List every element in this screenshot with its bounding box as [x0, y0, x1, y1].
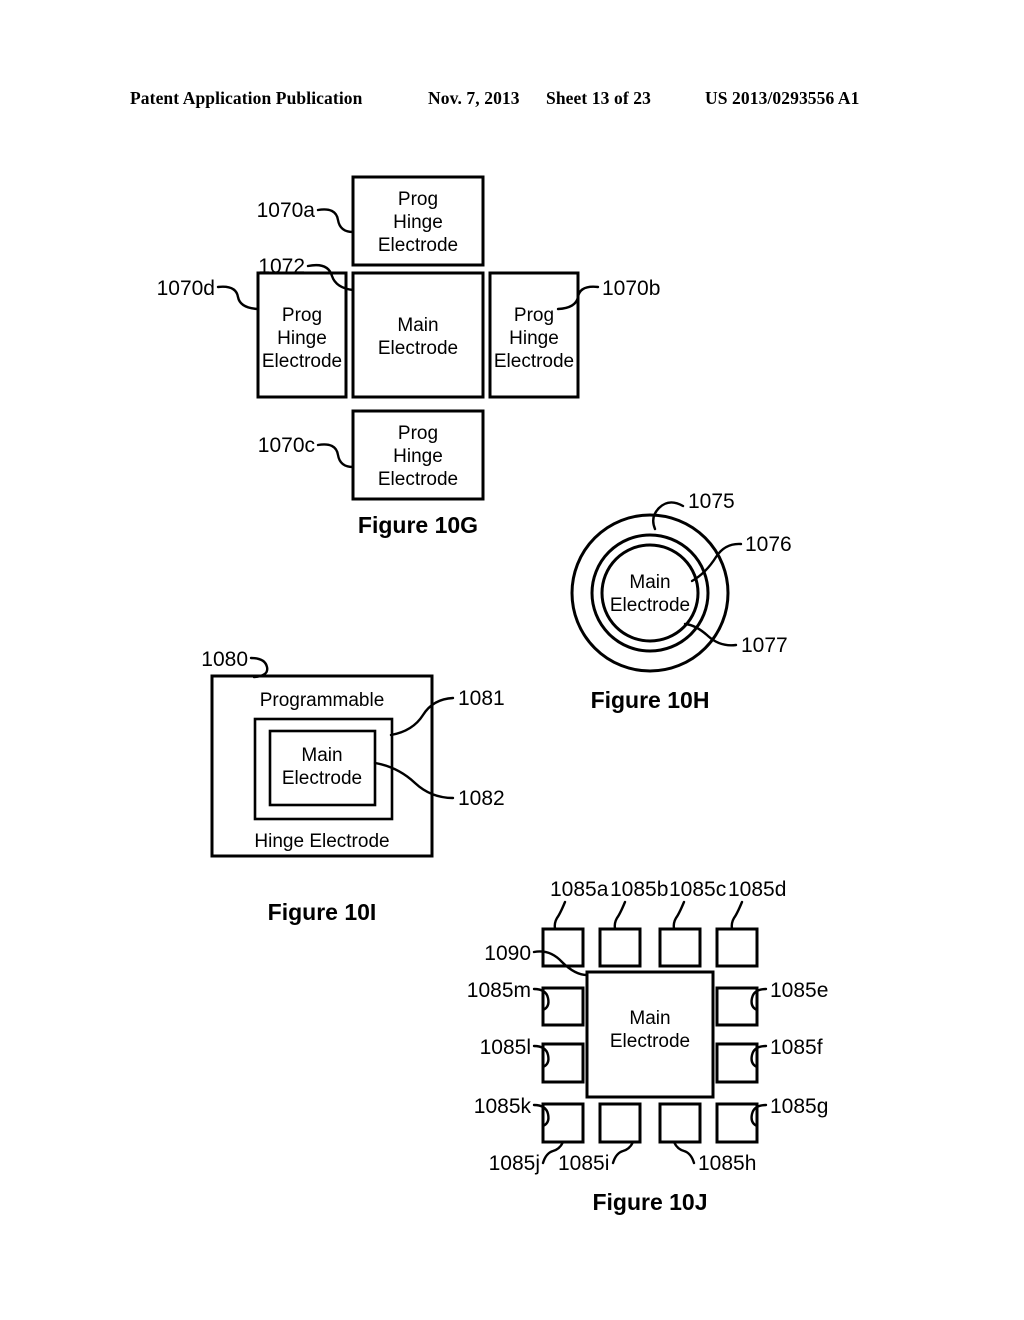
figure-10j-ref-1085m: 1085m [467, 979, 531, 1002]
figure-10g-box-left-line2: Hinge [277, 328, 327, 349]
figure-10j-ref-1085a: 1085a [550, 878, 609, 901]
page-header: Patent Application Publication Nov. 7, 2… [0, 88, 1024, 114]
header-publication-label: Patent Application Publication [130, 88, 363, 108]
figure-10i-leader-1080 [249, 656, 269, 679]
figure-10h-caption: Figure 10H [591, 687, 710, 713]
figure-10g-box-center-line2: Electrode [378, 338, 458, 359]
figure-10i-caption: Figure 10I [268, 899, 377, 925]
figure-10g-box-top-line2: Hinge [393, 212, 443, 233]
figure-10h-center-line1: Main [629, 572, 670, 593]
figure-10j-leader-1085i [611, 1140, 635, 1165]
figure-10i-center-line1: Main [301, 745, 342, 766]
figure-10g-leader-1070c [316, 443, 355, 469]
figure-10h: Main Electrode 1075 1076 1077 Figure 10H [570, 490, 792, 713]
figure-10j-pad-1085a [541, 927, 585, 968]
figure-10i-ref-1080: 1080 [201, 648, 248, 671]
figure-10j-pad-1085d [715, 927, 759, 968]
figure-10j-pad-1085c [658, 927, 702, 968]
figure-10j-ref-1085d: 1085d [728, 878, 786, 901]
figure-10j-leader-1085a [553, 900, 567, 931]
patent-page: Patent Application Publication Nov. 7, 2… [0, 0, 1024, 1320]
figure-10g-box-top-line3: Electrode [378, 235, 458, 256]
figure-10j-ref-1085e: 1085e [770, 979, 828, 1002]
figure-10g-box-right-line2: Hinge [509, 328, 559, 349]
figure-10g-leader-1070a [316, 208, 355, 234]
figure-10j-ref-1085g: 1085g [770, 1095, 828, 1118]
header-date-label: Nov. 7, 2013 [428, 88, 520, 108]
figure-10j-pad-1085f [715, 1042, 759, 1084]
figure-10j: Main Electrode 1085a 1085b 1085c 1085d 1… [467, 878, 829, 1215]
figure-10g-box-bottom-line3: Electrode [378, 469, 458, 490]
figure-10h-ref-1076: 1076 [745, 533, 792, 556]
figure-10j-pad-1085l [541, 1042, 585, 1084]
figure-10j-caption: Figure 10J [592, 1189, 707, 1215]
figure-10g-ref-1072: 1072 [258, 255, 305, 278]
figure-10h-center-line2: Electrode [610, 595, 690, 616]
figure-10g: Prog Hinge Electrode Prog Hinge Electrod… [157, 175, 660, 538]
figure-10g-box-left-line3: Electrode [262, 351, 342, 372]
figure-10h-ref-1077: 1077 [741, 634, 788, 657]
figure-10j-ref-1085c: 1085c [669, 878, 726, 901]
figure-10i-programmable-label: Programmable [260, 690, 385, 711]
figure-10g-box-right-line3: Electrode [494, 351, 574, 372]
figure-10g-ref-1070c: 1070c [258, 434, 315, 457]
figure-10j-leader-1085h [672, 1140, 696, 1165]
figure-10g-ref-1070b: 1070b [602, 277, 660, 300]
figure-10g-ref-1070a: 1070a [257, 199, 316, 222]
figure-10j-center-line1: Main [629, 1008, 670, 1029]
figure-10j-pad-1085g [715, 1102, 759, 1144]
figure-10i-ref-1081: 1081 [458, 687, 505, 710]
figure-10j-ref-1085b: 1085b [610, 878, 668, 901]
figure-10g-box-center-line1: Main [397, 315, 438, 336]
figure-10i-center-line2: Electrode [282, 768, 362, 789]
figure-10g-box-left-line1: Prog [282, 305, 322, 326]
figure-10j-pad-1085h [658, 1102, 702, 1144]
header-sheet-label: Sheet 13 of 23 [546, 88, 651, 108]
figure-10i-ref-1082: 1082 [458, 787, 505, 810]
figure-10j-leader-1085c [672, 900, 686, 931]
figure-10j-ref-1085j: 1085j [489, 1152, 540, 1175]
figure-10j-pad-1085i [598, 1102, 642, 1144]
figure-10g-leader-1070d [216, 285, 260, 311]
figure-10j-pad-1085b [598, 927, 642, 968]
figure-10j-pad-1085m [541, 986, 585, 1027]
figure-10j-leader-1085d [730, 900, 744, 931]
header-patent-number: US 2013/0293556 A1 [705, 88, 860, 108]
figure-10j-leader-1085b [613, 900, 627, 931]
figure-10h-ref-1075: 1075 [688, 490, 735, 513]
figure-10g-ref-1070d: 1070d [157, 277, 215, 300]
figure-10j-ref-1090: 1090 [484, 942, 531, 965]
figure-10g-box-bottom-line2: Hinge [393, 446, 443, 467]
figure-10g-box-bottom-line1: Prog [398, 423, 438, 444]
figure-10j-ref-1085i: 1085i [558, 1152, 609, 1175]
figure-10g-box-right-line1: Prog [514, 305, 554, 326]
figure-10i-hinge-electrode-label: Hinge Electrode [254, 831, 389, 852]
figure-10h-inner-ring [600, 543, 700, 643]
figure-10g-box-top-line1: Prog [398, 189, 438, 210]
figure-10j-ref-1085f: 1085f [770, 1036, 823, 1059]
figure-10j-pad-1085e [715, 986, 759, 1027]
figure-10j-ref-1085h: 1085h [698, 1152, 756, 1175]
figure-10j-ref-1085k: 1085k [474, 1095, 532, 1118]
figure-10g-caption: Figure 10G [358, 512, 478, 538]
figure-10j-ref-1085l: 1085l [480, 1036, 531, 1059]
figure-10j-center-line2: Electrode [610, 1031, 690, 1052]
figure-10j-pad-1085k [541, 1102, 585, 1144]
